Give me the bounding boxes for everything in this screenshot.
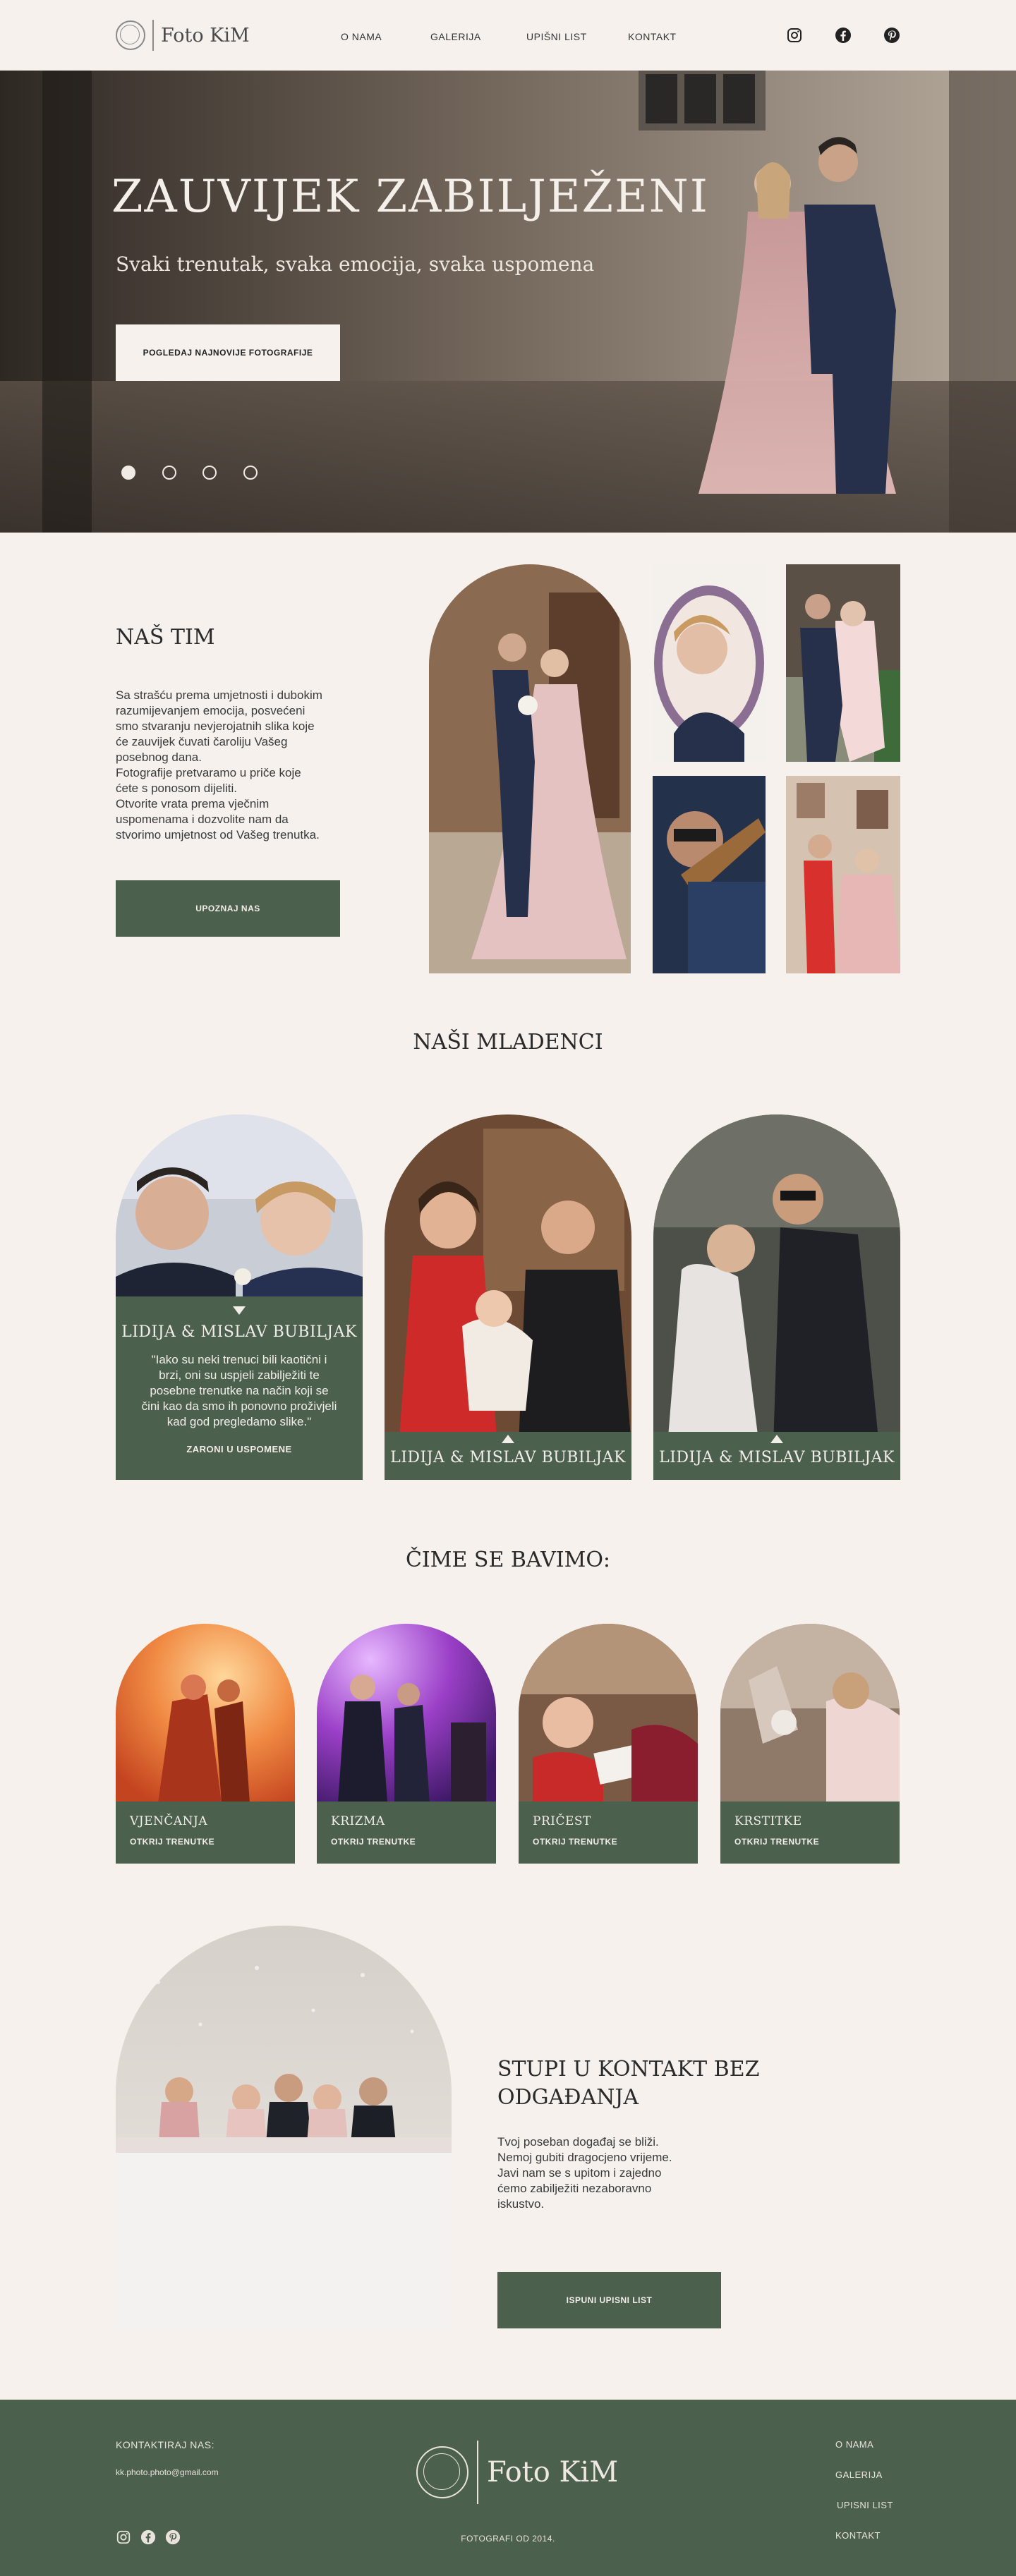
nav-kontakt[interactable]: KONTAKT [628,31,677,42]
nav-galerija[interactable]: GALERIJA [430,31,481,42]
service-4-photo [720,1624,900,1803]
service-4-name: KRSTITKE [734,1814,802,1828]
service-1-link[interactable]: OTKRIJ TRENUTKE [130,1837,214,1847]
team-description: Sa strašću prema umjetnosti i dubokim raz… [116,688,322,842]
fill-registration-form-button[interactable]: ISPUNI UPISNI LIST [497,2272,721,2328]
couple-1-quote: "Iako su neki trenuci bili kaotični i br… [141,1353,337,1428]
contact-heading: STUPI U KONTAKT BEZ ODGAĐANJA [497,2057,760,2110]
service-3-name: PRIČEST [533,1814,591,1828]
couple-1-photo [116,1114,363,1298]
pinterest-icon[interactable] [883,27,900,44]
footer-link-galerija[interactable]: GALERIJA [835,2469,883,2480]
service-2-link[interactable]: OTKRIJ TRENUTKE [331,1837,416,1847]
couple-1-memories-link[interactable]: ZARONI U USPOMENE [116,1444,363,1454]
instagram-icon[interactable] [786,27,803,44]
logo-divider [152,20,154,51]
slide-dot-2[interactable] [162,466,176,480]
couple-card-2[interactable]: LIDIJA & MISLAV BUBILJAK [385,1114,631,1480]
logo-text: Foto KiM [161,24,250,47]
couple-3-caption: LIDIJA & MISLAV BUBILJAK [653,1432,900,1480]
team-member-1-photo [653,564,766,762]
couple-2-photo [385,1114,631,1480]
service-card-krstitke[interactable]: KRSTITKE OTKRIJ TRENUTKE [720,1624,900,1864]
footer-logo-divider [477,2441,478,2504]
service-3-link[interactable]: OTKRIJ TRENUTKE [533,1837,617,1847]
service-1-band: VJENČANJA OTKRIJ TRENUTKE [116,1802,295,1864]
footer-link-o-nama[interactable]: O NAMA [835,2439,873,2450]
logo-rings-icon [116,20,145,50]
couple-3-photo [653,1114,900,1480]
site-header: Foto KiM O NAMA GALERIJA UPIŠNI LIST KON… [0,0,1016,71]
footer-logo[interactable]: Foto KiM [416,2441,618,2504]
service-3-photo [519,1624,698,1803]
hero-photo [0,71,1016,533]
team-portrait-photo [786,564,900,762]
service-card-pricest[interactable]: PRIČEST OTKRIJ TRENUTKE [519,1624,698,1864]
team-heading: NAŠ TIM [116,625,215,650]
footer-contact-label: KONTAKTIRAJ NAS: [116,2439,214,2450]
footer-logo-text: Foto KiM [487,2456,619,2489]
footer-facebook-icon[interactable] [140,2529,156,2545]
hero-slider: ZAUVIJEK ZABILJEŽENI Svaki trenutak, sva… [0,71,1016,533]
team-member-2-photo [653,776,766,973]
couple-1-name: LIDIJA & MISLAV BUBILJAK [121,1323,357,1341]
team-couple-photo [429,564,631,973]
contact-description: Tvoj poseban događaj se bliži. Nemoj gubi… [497,2135,672,2211]
hero-title: ZAUVIJEK ZABILJEŽENI [111,171,709,223]
facebook-icon[interactable] [835,27,852,44]
couple-card-3[interactable]: LIDIJA & MISLAV BUBILJAK [653,1114,900,1480]
footer-instagram-icon[interactable] [116,2529,131,2545]
nav-o-nama[interactable]: O NAMA [341,31,382,42]
footer-pinterest-icon[interactable] [165,2529,181,2545]
service-1-photo [116,1624,295,1803]
slide-dot-3[interactable] [202,466,217,480]
view-latest-photos-button[interactable]: POGLEDAJ NAJNOVIJE FOTOGRAFIJE [116,324,340,381]
services-heading: ČIME SE BAVIMO: [405,1548,611,1572]
couple-3-name: LIDIJA & MISLAV BUBILJAK [659,1449,895,1466]
service-2-band: KRIZMA OTKRIJ TRENUTKE [317,1802,496,1864]
contact-photo [116,1926,452,2328]
site-footer: KONTAKTIRAJ NAS: kk.photo.photo@gmail.co… [0,2400,1016,2576]
footer-logo-rings-icon [416,2446,468,2498]
team-group-photo [786,776,900,973]
logo[interactable]: Foto KiM [116,20,250,51]
nav-upisni-list[interactable]: UPIŠNI LIST [526,31,587,42]
service-4-link[interactable]: OTKRIJ TRENUTKE [734,1837,819,1847]
service-2-photo [317,1624,496,1803]
service-card-vjencanja[interactable]: VJENČANJA OTKRIJ TRENUTKE [116,1624,295,1864]
couple-1-caption: LIDIJA & MISLAV BUBILJAK "Iako su neki t… [116,1296,363,1480]
service-4-band: KRSTITKE OTKRIJ TRENUTKE [720,1802,900,1864]
expand-arrow-icon[interactable] [770,1435,783,1443]
couples-heading: NAŠI MLADENCI [413,1030,603,1055]
slide-dot-1[interactable] [121,466,135,480]
meet-us-button[interactable]: UPOZNAJ NAS [116,880,340,937]
couple-2-name: LIDIJA & MISLAV BUBILJAK [390,1449,626,1466]
expand-arrow-icon[interactable] [502,1435,514,1443]
footer-link-kontakt[interactable]: KONTAKT [835,2530,881,2541]
service-1-name: VJENČANJA [130,1814,208,1828]
collapse-arrow-icon[interactable] [233,1306,246,1315]
service-3-band: PRIČEST OTKRIJ TRENUTKE [519,1802,698,1864]
footer-link-upisni-list[interactable]: UPISNI LIST [837,2500,893,2510]
hero-subtitle: Svaki trenutak, svaka emocija, svaka usp… [116,253,595,276]
footer-email-link[interactable]: kk.photo.photo@gmail.com [116,2467,219,2477]
couple-2-caption: LIDIJA & MISLAV BUBILJAK [385,1432,631,1480]
service-2-name: KRIZMA [331,1814,385,1828]
slide-dot-4[interactable] [243,466,258,480]
service-card-krizma[interactable]: KRIZMA OTKRIJ TRENUTKE [317,1624,496,1864]
couple-card-1[interactable]: LIDIJA & MISLAV BUBILJAK "Iako su neki t… [116,1114,363,1480]
